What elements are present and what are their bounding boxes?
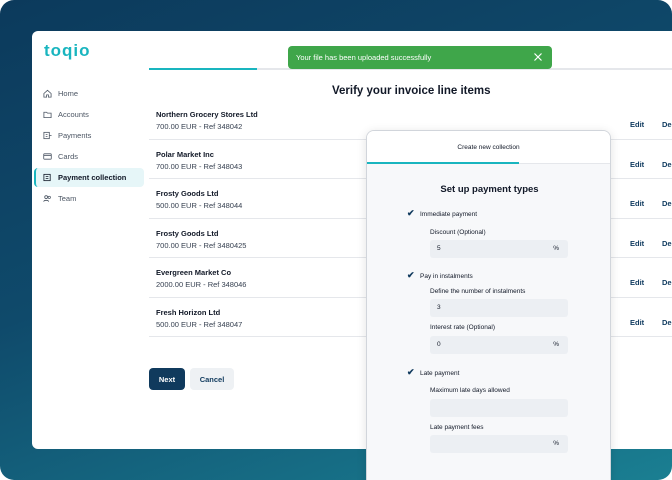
cancel-button[interactable]: Cancel [190, 368, 234, 390]
immediate-payment-checkbox[interactable]: ✔ [407, 208, 415, 219]
edit-link[interactable]: Edit [630, 120, 644, 129]
delete-link[interactable]: De [662, 239, 672, 248]
invoice-detail: 700.00 EUR - Ref 348042 [156, 122, 243, 131]
toast-message: Your file has been uploaded successfully [296, 53, 432, 62]
customer-name: Polar Market Inc [156, 149, 214, 159]
customer-name: Northern Grocery Stores Ltd [156, 110, 258, 119]
page-title: Verify your invoice line items [332, 85, 491, 97]
customer-name: Fresh Horizon Ltd [156, 307, 221, 317]
immediate-payment-label: Immediate payment [420, 211, 478, 218]
instalments-checkbox[interactable]: ✔ [407, 270, 415, 281]
delete-link[interactable]: De [662, 278, 672, 287]
edit-link[interactable]: Edit [630, 318, 644, 327]
invoice-detail: 700.00 EUR - Ref 3480425 [156, 240, 247, 250]
instalment-count-label: Define the number of instalments [430, 288, 526, 295]
customer-name: Evergreen Market Co [156, 268, 232, 277]
team-icon [43, 195, 51, 202]
sidebar-item-cards[interactable]: Cards [34, 147, 144, 166]
late-days-label: Maximum late days allowed [430, 387, 510, 394]
sidebar: Home Accounts Payments Cards Payment col… [32, 84, 144, 210]
discount-label: Discount (Optional) [430, 229, 486, 236]
sidebar-item-home[interactable]: Home [34, 84, 144, 103]
invoice-detail: 2000.00 EUR - Ref 348046 [156, 280, 247, 289]
sidebar-item-team[interactable]: Team [34, 189, 144, 208]
interest-rate-input[interactable]: 0 % [430, 336, 568, 354]
percent-suffix: % [553, 245, 559, 252]
payments-icon [43, 131, 52, 140]
late-payment-checkbox[interactable]: ✔ [407, 367, 415, 378]
late-days-input[interactable] [430, 399, 568, 417]
close-icon[interactable] [532, 51, 544, 63]
sidebar-item-payments[interactable]: Payments [34, 126, 144, 145]
success-toast: Your file has been uploaded successfully [288, 46, 552, 69]
home-icon [43, 89, 52, 98]
edit-link[interactable]: Edit [630, 160, 644, 169]
interest-rate-label: Interest rate (Optional) [430, 324, 496, 331]
sidebar-item-label: Accounts [58, 110, 89, 119]
sidebar-item-label: Cards [58, 152, 79, 161]
interest-rate-value: 0 [437, 341, 441, 348]
sidebar-item-label: Payment collection [58, 173, 127, 182]
delete-link[interactable]: De [662, 318, 672, 327]
sidebar-item-label: Home [58, 89, 79, 98]
percent-suffix: % [553, 440, 559, 447]
instalment-count-input[interactable]: 3 [430, 299, 568, 317]
edit-link[interactable]: Edit [630, 239, 644, 248]
late-fees-input[interactable]: % [430, 435, 568, 453]
percent-suffix: % [553, 341, 559, 348]
folder-icon [43, 111, 52, 119]
sidebar-item-label: Payments [58, 131, 92, 140]
delete-link[interactable]: De [662, 120, 672, 129]
progress-indicator [149, 68, 257, 70]
sidebar-item-label: Team [58, 194, 77, 203]
collection-icon [43, 173, 51, 182]
sidebar-item-payment-collection[interactable]: Payment collection [34, 168, 144, 187]
delete-link[interactable]: De [662, 160, 672, 169]
discount-value: 5 [437, 245, 441, 252]
instalment-count-value: 3 [437, 304, 441, 311]
invoice-detail: 500.00 EUR - Ref 348047 [156, 319, 243, 329]
delete-link[interactable]: De [662, 199, 672, 208]
invoice-detail: 500.00 EUR - Ref 348044 [156, 201, 243, 210]
late-payment-label: Late payment [420, 370, 460, 377]
edit-link[interactable]: Edit [630, 278, 644, 287]
sidebar-item-accounts[interactable]: Accounts [34, 105, 144, 124]
edit-link[interactable]: Edit [630, 199, 644, 208]
customer-name: Frosty Goods Ltd [156, 189, 219, 198]
invoice-detail: 700.00 EUR - Ref 348043 [156, 161, 243, 171]
card-icon [43, 153, 52, 160]
instalments-label: Pay in instalments [420, 273, 473, 280]
discount-input[interactable]: 5 % [430, 240, 568, 258]
create-collection-modal: Create new collection Set up payment typ… [366, 130, 611, 480]
modal-body: Set up payment types ✔ Immediate payment… [367, 164, 610, 480]
next-button[interactable]: Next [149, 368, 185, 390]
late-fees-label: Late payment fees [430, 424, 484, 431]
customer-name: Frosty Goods Ltd [156, 228, 219, 238]
modal-title: Set up payment types [440, 184, 539, 195]
modal-header: Create new collection [367, 131, 610, 164]
toqio-logo: toqio [44, 41, 91, 60]
